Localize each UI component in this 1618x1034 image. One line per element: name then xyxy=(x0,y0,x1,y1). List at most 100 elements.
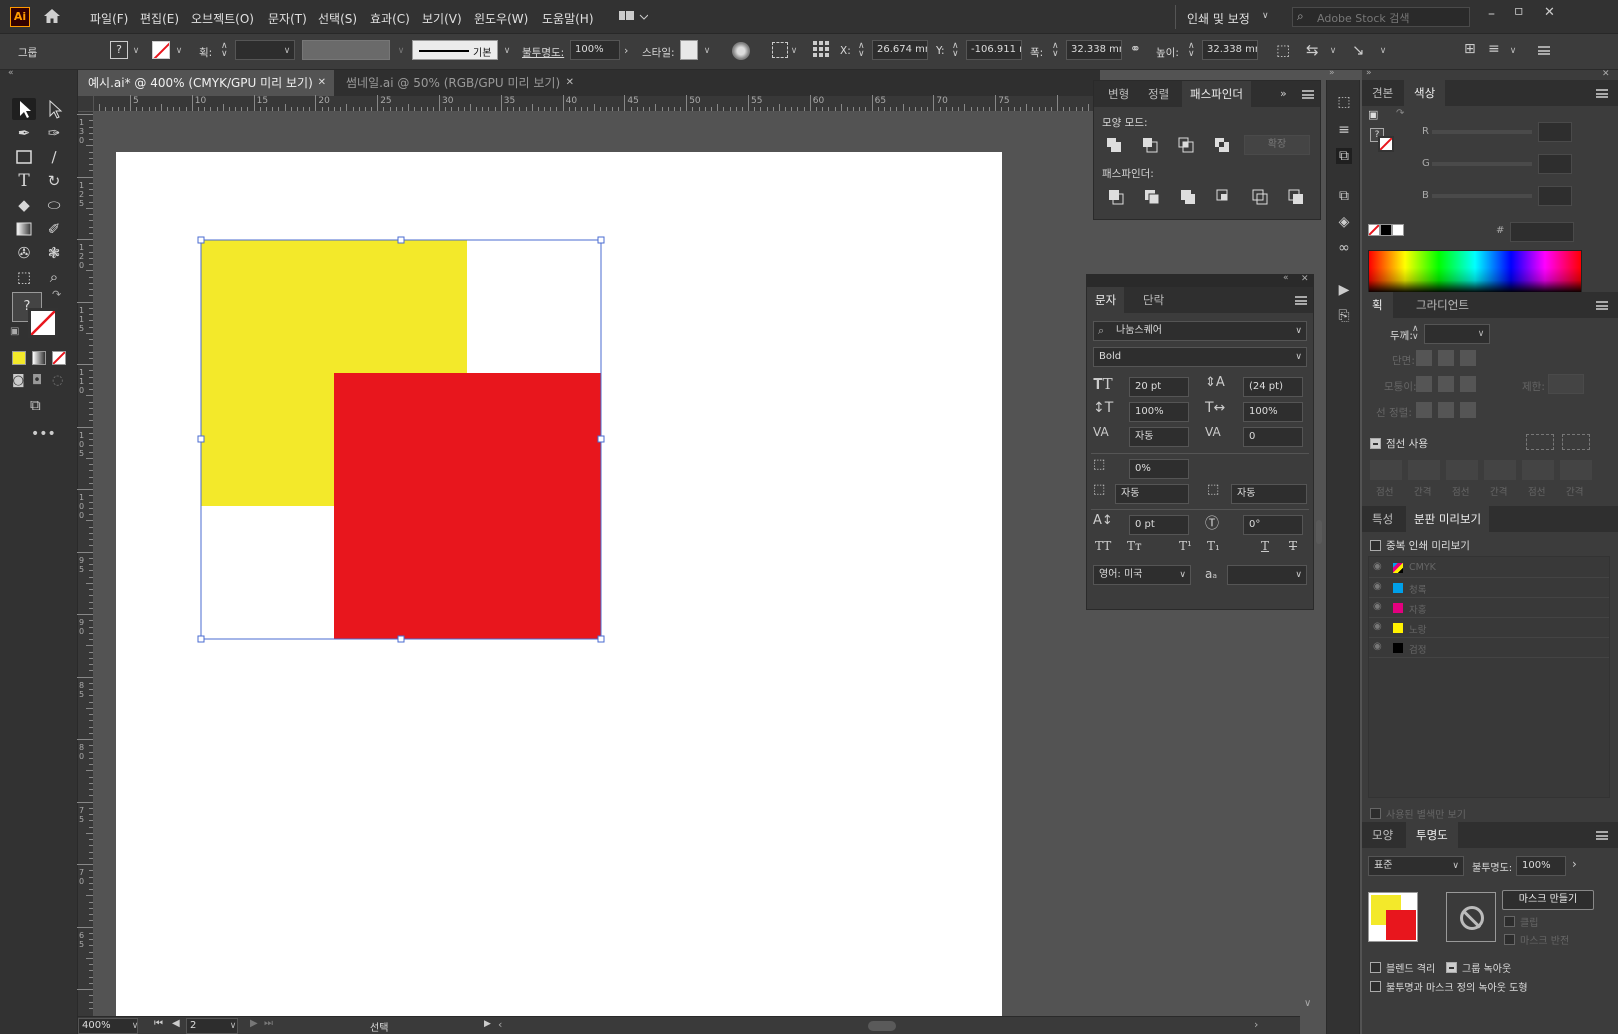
selection-handle[interactable] xyxy=(197,635,205,643)
selection-handle[interactable] xyxy=(397,635,405,643)
chevron-down-icon[interactable]: ∨ xyxy=(1262,11,1269,21)
chevron-down-icon[interactable]: ∨ xyxy=(228,1021,238,1031)
chevron-down-icon[interactable]: ∨ xyxy=(702,46,712,56)
scroll-left-icon[interactable]: ‹ xyxy=(498,1018,502,1031)
swap-icon[interactable]: ↷ xyxy=(1396,108,1404,119)
control-menu-icon[interactable] xyxy=(1538,46,1550,55)
chevron-down-icon[interactable]: ∨ xyxy=(131,46,141,56)
exclude-icon[interactable] xyxy=(1214,137,1230,153)
butt-cap-icon[interactable] xyxy=(1416,350,1432,366)
menu-object[interactable]: 오브젝트(O) xyxy=(191,10,254,27)
chevron-down-icon[interactable]: ∨ xyxy=(1295,322,1302,340)
object-thumbnail[interactable] xyxy=(1368,892,1418,942)
variable-width-profile[interactable] xyxy=(302,40,390,60)
close-icon[interactable]: ✕ xyxy=(1301,274,1309,284)
align-center-icon[interactable] xyxy=(1416,402,1432,418)
rotate-tool-icon[interactable]: ↻ xyxy=(42,170,66,192)
make-mask-button[interactable]: 마스크 만들기 xyxy=(1502,890,1594,910)
list-item[interactable]: ◉ 검정 xyxy=(1369,639,1609,658)
brush-definition-field[interactable]: 기본 xyxy=(412,40,498,60)
baseline-shift-field[interactable]: 0 pt xyxy=(1129,515,1189,535)
stroke-none-swatch[interactable] xyxy=(152,41,170,59)
artboards-panel-icon[interactable]: ⧉ xyxy=(1336,188,1352,204)
actions-panel-icon[interactable]: ▶ xyxy=(1336,282,1352,298)
eye-icon[interactable]: ◉ xyxy=(1373,601,1382,612)
opacity-mask-knockout-checkbox[interactable] xyxy=(1370,981,1381,992)
screen-mode-icon[interactable]: ⧉ xyxy=(30,396,41,414)
bevel-join-icon[interactable] xyxy=(1460,376,1476,392)
pen-tool-icon[interactable]: ✒ xyxy=(12,122,36,144)
align-dash-icon[interactable] xyxy=(1562,434,1590,450)
gap-field-3[interactable] xyxy=(1560,460,1592,480)
limit-field[interactable] xyxy=(1548,374,1584,394)
isolate-group-icon[interactable]: ↘ xyxy=(1352,41,1365,59)
grid-arrange-icon[interactable]: ⊞ xyxy=(1464,41,1476,57)
eraser-tool-icon[interactable]: ◆ xyxy=(12,194,36,216)
menu-help[interactable]: 도움말(H) xyxy=(542,10,594,27)
underline-icon[interactable]: T xyxy=(1261,539,1269,553)
anti-aliasing-field[interactable]: ∨ xyxy=(1227,565,1307,585)
font-family-field[interactable]: ⌕ 나눔스퀘어 ∨ xyxy=(1093,321,1307,341)
type-tool-icon[interactable]: T xyxy=(12,170,36,192)
merge-icon[interactable] xyxy=(1180,189,1196,205)
stroke-stepper[interactable]: ∧ ∨ xyxy=(221,42,228,59)
puppet-warp-tool-icon[interactable]: ✇ xyxy=(12,242,36,264)
tab-stroke[interactable]: 획 xyxy=(1362,292,1393,318)
zoom-field[interactable]: 400% xyxy=(78,1018,138,1034)
language-field[interactable]: 영어: 미국 ∨ xyxy=(1093,565,1191,585)
gap-field-2[interactable] xyxy=(1484,460,1516,480)
field-b[interactable] xyxy=(1538,186,1572,206)
strikethrough-icon[interactable]: T xyxy=(1289,539,1297,553)
expand-panel-icon[interactable]: » xyxy=(1280,87,1287,100)
symbol-sprayer-tool-icon[interactable]: ❃ xyxy=(42,242,66,264)
slider-b[interactable] xyxy=(1432,194,1532,198)
chevron-down-icon[interactable]: ∨ xyxy=(1508,46,1518,56)
tab-thumbnail-doc[interactable]: 썸네일.ai @ 50% (RGB/GPU 미리 보기) ✕ xyxy=(336,70,582,96)
selection-handle[interactable] xyxy=(597,435,605,443)
zoom-tool-icon[interactable]: ⌕ xyxy=(42,266,66,288)
align-inside-icon[interactable] xyxy=(1438,402,1454,418)
vertical-ruler[interactable]: 130 125 120 115 110 105 100 95 90 85 80 75 70 65 xyxy=(77,112,94,1016)
selection-handle[interactable] xyxy=(597,236,605,244)
chevron-down-icon[interactable]: ∨ xyxy=(396,46,406,56)
overprint-preview-checkbox[interactable] xyxy=(1370,540,1381,551)
panel-resize-handle[interactable] xyxy=(1316,520,1322,544)
menu-view[interactable]: 보기(V) xyxy=(422,10,462,27)
eye-icon[interactable]: ◉ xyxy=(1373,561,1382,572)
menu-window[interactable]: 윈도우(W) xyxy=(474,10,528,27)
eye-icon[interactable]: ◉ xyxy=(1373,641,1382,652)
dashed-line-checkbox[interactable] xyxy=(1370,438,1381,449)
last-artboard-icon[interactable]: ⏭ xyxy=(264,1018,273,1029)
outline-icon[interactable] xyxy=(1252,189,1268,205)
tsume-field[interactable]: 0% xyxy=(1129,459,1189,479)
distribute-icon[interactable]: ≡ xyxy=(1488,41,1500,57)
chevron-right-icon[interactable]: › xyxy=(624,44,628,57)
rectangle-tool-icon[interactable] xyxy=(12,146,36,168)
menu-select[interactable]: 선택(S) xyxy=(318,10,357,27)
preserve-dash-icon[interactable] xyxy=(1526,434,1554,450)
links-panel-icon[interactable]: ∞ xyxy=(1336,240,1352,256)
x-stepper[interactable]: ∧ ∨ xyxy=(858,42,865,59)
collapse-dock-icon[interactable]: » xyxy=(1329,68,1335,78)
first-artboard-icon[interactable]: ⏮ xyxy=(154,1018,163,1029)
tab-swatches[interactable]: 견본 xyxy=(1372,80,1393,106)
chevron-right-icon[interactable]: › xyxy=(1572,857,1577,871)
flip-icon[interactable]: ⇆ xyxy=(1306,41,1319,59)
close-window-button[interactable]: ✕ xyxy=(1544,5,1555,20)
gradient-mode-icon[interactable] xyxy=(32,351,46,365)
x-field[interactable]: 26.674 mm xyxy=(872,40,928,60)
align-outside-icon[interactable] xyxy=(1460,402,1476,418)
stroke-none-swatch[interactable] xyxy=(1378,136,1394,152)
tab-character[interactable]: 문자 xyxy=(1087,287,1125,313)
tracking-field[interactable]: 0 xyxy=(1243,427,1303,447)
minimize-button[interactable]: – xyxy=(1488,6,1495,22)
maximize-button[interactable]: ▫ xyxy=(1514,3,1524,19)
menu-type[interactable]: 문자(T) xyxy=(268,10,307,27)
minus-back-icon[interactable] xyxy=(1288,189,1304,205)
tab-gradient[interactable]: 그라디언트 xyxy=(1416,292,1469,318)
height-field[interactable]: 32.338 mm xyxy=(1202,40,1258,60)
used-spot-only-checkbox[interactable] xyxy=(1370,808,1381,819)
workspace-switcher[interactable]: 인쇄 및 보정 xyxy=(1187,10,1250,27)
arrange-documents-icon[interactable] xyxy=(618,10,649,24)
prev-artboard-icon[interactable]: ◀ xyxy=(172,1018,180,1029)
